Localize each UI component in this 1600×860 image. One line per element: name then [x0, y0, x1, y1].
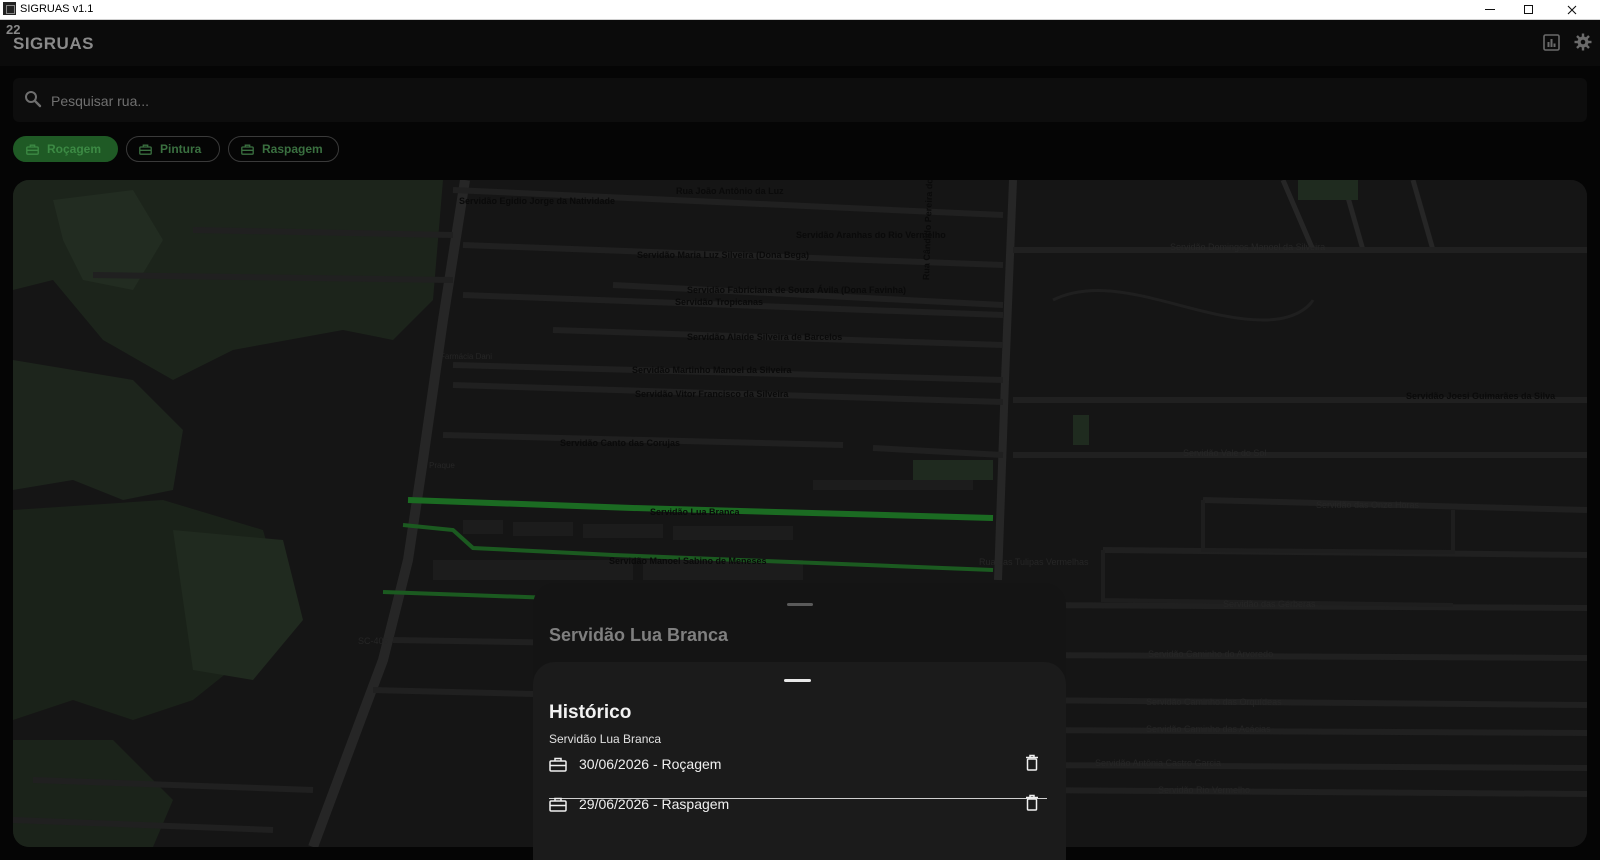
logo-text: SIGRUAS [13, 34, 94, 53]
history-entry-text: 30/06/2026 - Roçagem [579, 756, 722, 772]
stats-button[interactable] [1541, 32, 1561, 52]
close-button[interactable] [1554, 0, 1590, 19]
map-label: Servidão Tropicanas [675, 297, 764, 307]
toolbox-icon [549, 757, 571, 772]
filter-chip-label: Pintura [160, 142, 202, 156]
map-label: Servidão Alaíde Silveira de Barcelos [687, 332, 843, 342]
history-street-name: Servidão Lua Branca [549, 732, 662, 746]
filter-chip-label: Raspagem [262, 142, 323, 156]
minimize-button[interactable] [1472, 0, 1508, 19]
map-label: Servidão Joesi Guimarães da Silva [1406, 391, 1556, 401]
toolbox-icon [26, 144, 39, 155]
maximize-button[interactable] [1510, 0, 1546, 19]
history-drag-handle[interactable] [784, 679, 811, 682]
settings-button[interactable] [1573, 32, 1593, 52]
gear-icon [1574, 33, 1592, 51]
map-label: Servidão Fabriciana de Souza Ávila (Dona… [687, 285, 907, 295]
delete-entry-button[interactable] [1025, 794, 1039, 811]
selected-street-name: Servidão Lua Branca [549, 625, 729, 645]
history-entry[interactable]: 30/06/2026 - Roçagem [549, 746, 1047, 782]
map-label: Servidão Martinho Manoel da Silveira [632, 365, 792, 375]
delete-entry-button[interactable] [1025, 754, 1039, 771]
history-sheet: Histórico Servidão Lua Branca 30/06/2026… [533, 662, 1066, 860]
map-label: Praque [429, 461, 455, 470]
map-label: Servidão Vale do Sol [1183, 448, 1267, 458]
search-bar [13, 78, 1587, 122]
trash-icon [1026, 754, 1038, 771]
map-label: Rua das Tulipas Vermelhas [979, 557, 1089, 567]
sheet-drag-handle[interactable] [787, 603, 813, 606]
map-label: Rua João Antônio da Luz [676, 186, 784, 196]
window-titlebar: SIGRUAS v1.1 [0, 0, 1600, 20]
bar-chart-icon [1542, 33, 1560, 51]
history-entry-text: 29/06/2026 - Raspagem [579, 796, 730, 812]
map-label: Servidão Domingos Manoel da Silveira [1170, 242, 1326, 252]
map-label: Servidão Egidio Jorge da Natividade [459, 196, 616, 206]
search-input[interactable] [49, 86, 1553, 116]
window-title: SIGRUAS v1.1 [20, 3, 94, 15]
app-header [0, 20, 1600, 66]
toolbox-icon [549, 797, 571, 812]
map-label: Servidão Antônia Castro Garcia [1095, 758, 1222, 768]
map-label: Servidão Rio Vermelho [1158, 785, 1251, 795]
history-title: Histórico [549, 702, 632, 723]
map-label: Servidão Caminho das Orquídeas [1146, 697, 1282, 707]
map-label: Servidão Caminho do Arvoredo [1148, 649, 1274, 659]
map-label: Servidão Manoel Sabino de Meneses [609, 556, 767, 566]
filter-chip-pintura[interactable]: Pintura [126, 136, 220, 162]
toolbox-icon [241, 144, 254, 155]
filter-chip-label: Roçagem [47, 142, 102, 156]
filter-chip-rocagem[interactable]: Roçagem [13, 136, 118, 162]
map-label: Servidão Maria Luz Silveira (Dona Bega) [637, 250, 810, 260]
map-label: Servidão Lua Branca [650, 507, 740, 517]
app-icon [3, 2, 16, 15]
toolbox-icon [139, 144, 152, 155]
map-label: Servidão Vitor Francisco da Silveira [635, 389, 789, 399]
map-label: Servidão das Onze Horas [1316, 500, 1420, 510]
map-label: Farmácia Dani [440, 352, 493, 361]
map-label: Servidão das Gérberas [1223, 599, 1316, 609]
history-entry[interactable]: 29/06/2026 - Raspagem [549, 786, 1047, 822]
filter-chip-raspagem[interactable]: Raspagem [228, 136, 339, 162]
search-icon [23, 89, 43, 114]
map-label: Servidão Canto das Corujas [560, 438, 681, 448]
map-label: SC-406 [358, 636, 389, 646]
map-label: Servidão Caminho das Acácias [1146, 724, 1271, 734]
close-icon [1567, 5, 1577, 14]
trash-icon [1026, 794, 1038, 811]
